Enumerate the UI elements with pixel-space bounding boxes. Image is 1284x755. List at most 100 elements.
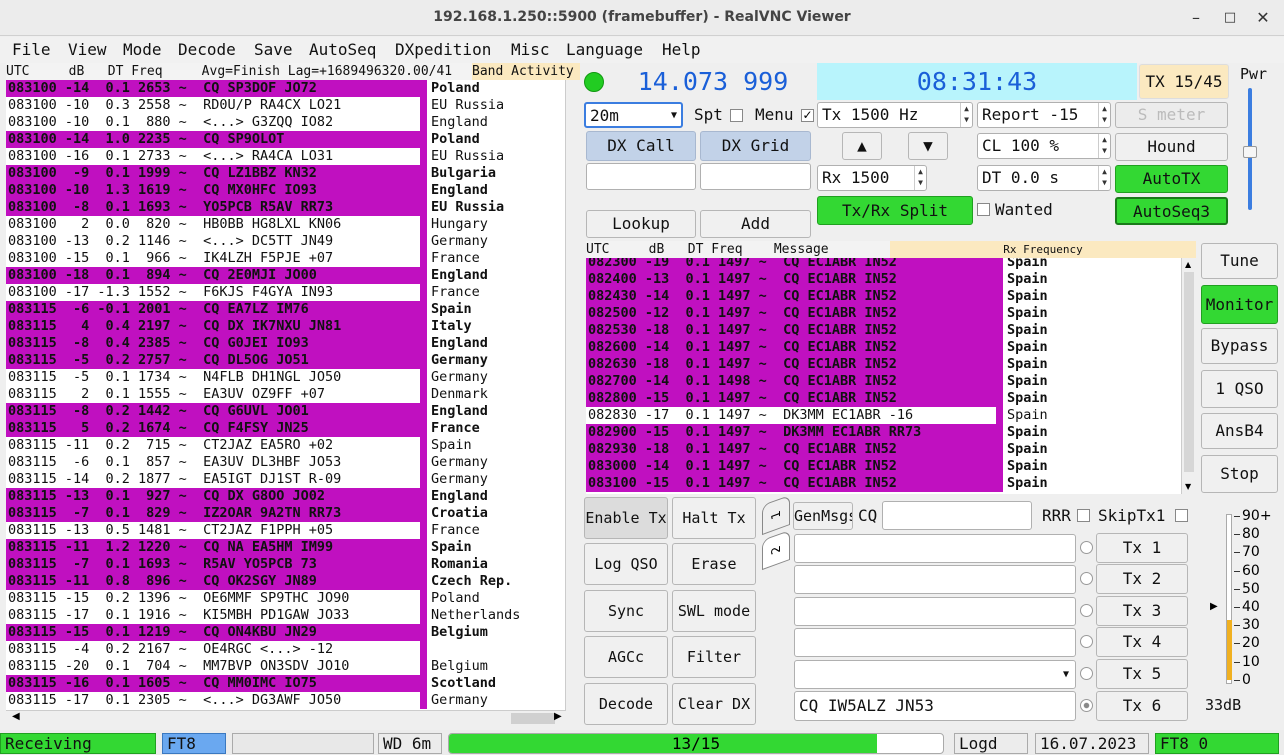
menu-autoseq[interactable]: AutoSeq	[309, 40, 376, 59]
scroll-up-icon[interactable]: ▲	[1185, 260, 1191, 269]
tx-spin-arrows-icon[interactable]: ▲ ▼	[960, 103, 972, 127]
decode-row[interactable]: 083115 -11 0.2 715 ~ CT2JAZ EA5RO +02 Spa…	[6, 437, 567, 454]
tx2-message-input[interactable]	[794, 565, 1076, 594]
decode-row[interactable]: 083100 -10 1.3 1619 ~ CQ MX0HFC IO93 Engl…	[6, 182, 567, 199]
tune-button[interactable]: Tune	[1201, 243, 1278, 279]
menu-dxpedition[interactable]: DXpedition	[395, 40, 491, 59]
scroll-left-icon[interactable]: ◀	[12, 711, 20, 722]
filter-button[interactable]: Filter	[672, 636, 756, 678]
decode-button[interactable]: Decode	[584, 683, 668, 725]
agcc-button[interactable]: AGCc	[584, 636, 668, 678]
decode-row[interactable]: 083100 2 0.0 820 ~ HB0BB HG8LXL KN06 Hung…	[6, 216, 567, 233]
band-activity-vscrollbar[interactable]	[565, 80, 580, 710]
decode-row[interactable]: 083100 -10 0.1 880 ~ <...> G3ZQQ IO82 Eng…	[6, 114, 567, 131]
decode-row[interactable]: 083115 -7 0.1 1693 ~ R5AV YO5PCB 73 Roman…	[6, 556, 567, 573]
hound-button[interactable]: Hound	[1115, 133, 1228, 161]
txrx-split-button[interactable]: Tx/Rx Split	[817, 196, 973, 225]
tx4-radio[interactable]	[1080, 635, 1093, 648]
scroll-right-icon[interactable]: ▶	[554, 711, 562, 722]
spt-checkbox[interactable]	[730, 109, 743, 122]
enable-tx-button[interactable]: Enable Tx	[584, 497, 668, 539]
decode-row[interactable]: 082530 -18 0.1 1497 ~ CQ EC1ABR IN52 Spai…	[586, 322, 1183, 339]
menu-misc[interactable]: Misc	[511, 40, 550, 59]
decode-row[interactable]: 082430 -14 0.1 1497 ~ CQ EC1ABR IN52 Spai…	[586, 288, 1183, 305]
decode-row[interactable]: 083115 -5 0.2 2757 ~ CQ DL5OG JO51 German…	[6, 352, 567, 369]
band-activity-list[interactable]: 083100 -14 0.1 2653 ~ CQ SP3DOF JO72 Pola…	[6, 80, 580, 710]
rx-frequency-spinbox[interactable]: Rx 1500 ▲ ▼	[817, 165, 927, 191]
report-spin-arrows-icon[interactable]: ▲ ▼	[1098, 103, 1110, 127]
genmsgs-button[interactable]: GenMsgs	[793, 502, 853, 530]
decode-row[interactable]: 083100 -10 0.3 2558 ~ RD0U/P RA4CX LO21 E…	[6, 97, 567, 114]
cq-input[interactable]	[882, 501, 1032, 530]
decode-row[interactable]: 083115 -8 0.2 1442 ~ CQ G6UVL JO01 Englan…	[6, 403, 567, 420]
decode-row[interactable]: 083115 2 0.1 1555 ~ EA3UV OZ9FF +07 Denma…	[6, 386, 567, 403]
freq-up-button[interactable]: ▲	[842, 132, 882, 160]
decode-row[interactable]: 083115 -11 0.8 896 ~ CQ OK2SGY JN89 Czech…	[6, 573, 567, 590]
dx-call-input[interactable]	[586, 163, 696, 190]
erase-button[interactable]: Erase	[672, 543, 756, 585]
decode-row[interactable]: 082930 -18 0.1 1497 ~ CQ EC1ABR IN52 Spai…	[586, 441, 1183, 458]
tx3-message-input[interactable]	[794, 597, 1076, 626]
tx4-button[interactable]: Tx 4	[1096, 627, 1188, 657]
tx2-button[interactable]: Tx 2	[1096, 564, 1188, 594]
band-select[interactable]: 20m ▼	[584, 102, 683, 128]
decode-row[interactable]: 083115 -6 0.1 857 ~ EA3UV DL3HBF JO53 Ger…	[6, 454, 567, 471]
sync-button[interactable]: Sync	[584, 590, 668, 632]
decode-row[interactable]: 083100 -15 0.1 1497 ~ CQ EC1ABR IN52 Spai…	[586, 475, 1183, 492]
freq-down-button[interactable]: ▼	[908, 132, 948, 160]
decode-row[interactable]: 083115 -4 0.2 2167 ~ OE4RGC <...> -12	[6, 641, 567, 658]
add-button[interactable]: Add	[700, 210, 811, 238]
decode-row[interactable]: 083115 -8 0.4 2385 ~ CQ G0JEI IO93 Englan…	[6, 335, 567, 352]
decode-row[interactable]: 083115 -5 0.1 1734 ~ N4FLB DH1NGL JO50 Ge…	[6, 369, 567, 386]
tx4-message-input[interactable]	[794, 628, 1076, 657]
menu-mode[interactable]: Mode	[123, 40, 162, 59]
decode-row[interactable]: 083115 4 0.4 2197 ~ CQ DX IK7NXU JN81 Ita…	[6, 318, 567, 335]
rx-frequency-vscrollbar[interactable]: ▲ ▼	[1181, 258, 1196, 494]
decode-row[interactable]: 083115 -17 0.1 1916 ~ KI5MBH PD1GAW JO33…	[6, 607, 567, 624]
tx6-message-input[interactable]: CQ IW5ALZ JN53	[794, 691, 1076, 721]
decode-row[interactable]: 083100 -17 -1.3 1552 ~ F6KJS F4GYA IN93 F…	[6, 284, 567, 301]
hscroll-thumb[interactable]	[511, 713, 555, 724]
decode-row[interactable]: 082300 -19 0.1 1497 ~ CQ EC1ABR IN52 Spai…	[586, 258, 1183, 271]
decode-row[interactable]: 083115 -15 0.2 1396 ~ OE6MMF SP9THC JO90…	[6, 590, 567, 607]
dt-spinbox[interactable]: DT 0.0 s ▲ ▼	[977, 165, 1111, 191]
cl-spinbox[interactable]: CL 100 % ▲ ▼	[977, 133, 1111, 159]
decode-row[interactable]: 082900 -15 0.1 1497 ~ DK3MM EC1ABR RR73 S…	[586, 424, 1183, 441]
rx-frequency-list[interactable]: 082300 -19 0.1 1497 ~ CQ EC1ABR IN52 Spai…	[586, 258, 1196, 494]
tab-2[interactable]: 2	[762, 529, 790, 571]
decode-row[interactable]: 083115 -7 0.1 829 ~ IZ2OAR 9A2TN RR73 Cro…	[6, 505, 567, 522]
minimize-icon[interactable]: –	[1186, 8, 1206, 28]
menu-checkbox[interactable]: ✓	[801, 109, 814, 122]
swl-mode-button[interactable]: SWL mode	[672, 590, 756, 632]
stop-button[interactable]: Stop	[1201, 455, 1278, 493]
tx6-button[interactable]: Tx 6	[1096, 691, 1188, 721]
decode-row[interactable]: 083115 5 0.2 1674 ~ CQ F4FSY JN25 France	[6, 420, 567, 437]
menu-view[interactable]: View	[68, 40, 107, 59]
decode-row[interactable]: 082600 -14 0.1 1497 ~ CQ EC1ABR IN52 Spai…	[586, 339, 1183, 356]
decode-row[interactable]: 082500 -12 0.1 1497 ~ CQ EC1ABR IN52 Spai…	[586, 305, 1183, 322]
scroll-down-icon[interactable]: ▼	[1185, 482, 1191, 491]
decode-row[interactable]: 083115 -13 0.1 927 ~ CQ DX G8OO JO02 Engl…	[6, 488, 567, 505]
rx-spin-arrows-icon[interactable]: ▲ ▼	[914, 166, 926, 190]
menu-save[interactable]: Save	[254, 40, 293, 59]
decode-row[interactable]: 083115 -20 0.1 704 ~ MM7BVP ON3SDV JO10 B…	[6, 658, 567, 675]
maximize-icon[interactable]: □	[1220, 8, 1240, 28]
decode-row[interactable]: 083000 -14 0.1 1497 ~ CQ EC1ABR IN52 Spai…	[586, 458, 1183, 475]
dx-grid-input[interactable]	[700, 163, 811, 190]
bypass-button[interactable]: Bypass	[1201, 328, 1278, 364]
decode-row[interactable]: 083115 -11 1.2 1220 ~ CQ NA EA5HM IM99 Sp…	[6, 539, 567, 556]
lookup-button[interactable]: Lookup	[586, 210, 696, 238]
ansb4-button[interactable]: AnsB4	[1201, 413, 1278, 449]
decode-row[interactable]: 082400 -13 0.1 1497 ~ CQ EC1ABR IN52 Spai…	[586, 271, 1183, 288]
tx3-radio[interactable]	[1080, 604, 1093, 617]
tx6-radio-selected[interactable]	[1080, 699, 1093, 712]
tx-frequency-spinbox[interactable]: Tx 1500 Hz ▲ ▼	[817, 102, 973, 128]
decode-row[interactable]: 083100 -14 1.0 2235 ~ CQ SP9OLOT Poland	[6, 131, 567, 148]
close-icon[interactable]: ✕	[1253, 8, 1273, 28]
decode-row[interactable]: 083115 -13 0.5 1481 ~ CT2JAZ F1PPH +05 Fr…	[6, 522, 567, 539]
decode-row[interactable]: 083115 -16 0.1 1605 ~ CQ MM0IMC IO75 Scot…	[6, 675, 567, 692]
decode-row[interactable]: 083100 -15 0.1 966 ~ IK4LZH F5PJE +07 Fra…	[6, 250, 567, 267]
autoseq3-button[interactable]: AutoSeq3	[1115, 197, 1228, 225]
pwr-slider-handle[interactable]	[1243, 146, 1257, 158]
monitor-button[interactable]: Monitor	[1201, 285, 1278, 324]
